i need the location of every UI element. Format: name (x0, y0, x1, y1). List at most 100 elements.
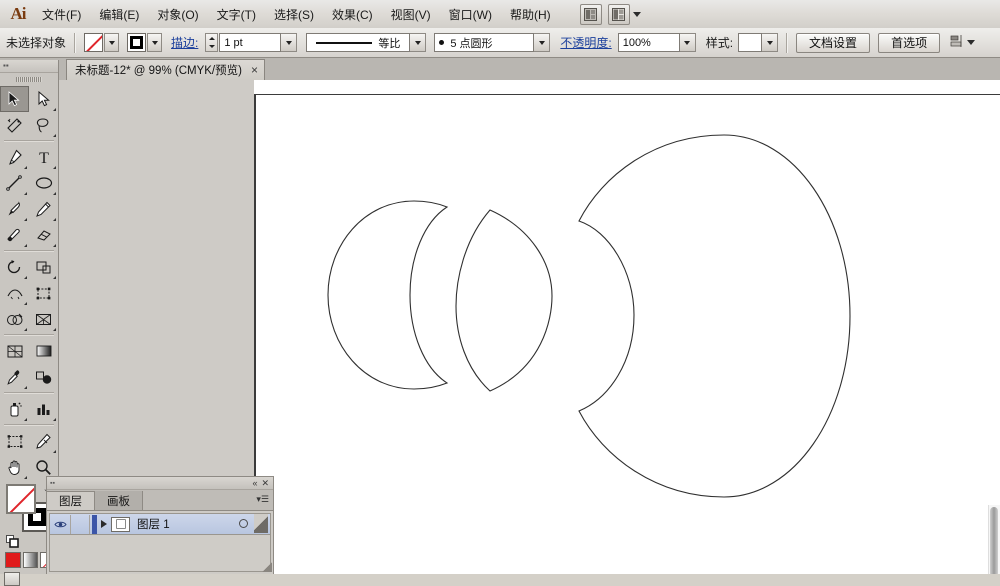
brush-definition-value[interactable]: 5 点圆形 (434, 33, 535, 52)
panel-resize-handle[interactable] (262, 562, 272, 572)
symbol-sprayer-tool[interactable] (0, 396, 29, 422)
brush-definition-chevron-down-icon[interactable] (534, 33, 551, 52)
lasso-tool[interactable] (29, 112, 58, 138)
menu-window[interactable]: 窗口(W) (441, 3, 500, 26)
scale-tool[interactable] (29, 254, 58, 280)
color-mode-button[interactable] (5, 552, 21, 568)
fill-swatch-none-icon[interactable] (84, 33, 104, 52)
line-segment-tool[interactable] (0, 170, 29, 196)
menu-file[interactable]: 文件(F) (34, 3, 89, 26)
panel-grip-icon: ▪▪ (50, 479, 55, 487)
graphic-style-chevron-down-icon[interactable] (762, 33, 779, 52)
opacity-chevron-down-icon[interactable] (679, 33, 696, 52)
hand-tool[interactable] (0, 454, 29, 480)
align-chevron-down-icon[interactable] (967, 40, 976, 45)
app-logo: Ai (10, 4, 27, 23)
menu-help[interactable]: 帮助(H) (502, 3, 559, 26)
stroke-weight-stepper[interactable] (205, 33, 219, 52)
ellipse-tool[interactable] (29, 170, 58, 196)
fill-color-swatch-none[interactable] (6, 484, 36, 514)
pencil-tool[interactable] (29, 196, 58, 222)
fill-dropdown-chevron-down-icon[interactable] (104, 33, 120, 52)
bitten-circle-shape[interactable] (578, 134, 851, 498)
toolbox-drag-handle[interactable] (0, 73, 58, 86)
document-tab[interactable]: 未标题-12* @ 99% (CMYK/预览) × (66, 59, 265, 80)
brush-definition-combo[interactable]: 5 点圆形 (434, 33, 551, 52)
column-graph-tool[interactable] (29, 396, 58, 422)
arrange-documents-icon[interactable] (607, 3, 630, 25)
slice-tool[interactable] (29, 428, 58, 454)
selection-tool[interactable] (0, 86, 29, 112)
stroke-weight-value[interactable]: 1 pt (219, 33, 282, 52)
gradient-mode-button[interactable] (22, 552, 39, 568)
layer-name[interactable]: 图层 1 (137, 516, 170, 532)
gradient-tool[interactable] (29, 338, 58, 364)
layer-target-circle-icon[interactable] (239, 519, 248, 528)
graphic-style-value[interactable] (738, 33, 763, 52)
stroke-dropdown-chevron-down-icon[interactable] (147, 33, 163, 52)
eyedropper-tool[interactable] (0, 364, 29, 390)
lens-leaf-shape[interactable] (455, 209, 553, 392)
stroke-weight-combo[interactable]: 1 pt (219, 33, 298, 52)
normal-screen-mode-button[interactable] (4, 572, 20, 586)
stroke-weight-chevron-down-icon[interactable] (281, 33, 298, 52)
opacity-combo[interactable]: 100% (617, 33, 696, 52)
close-panel-icon[interactable]: ✕ (261, 478, 269, 488)
brush-preview-icon (439, 40, 445, 45)
stroke-profile-combo[interactable]: 等比 (306, 33, 427, 52)
fill-swatch-control[interactable] (84, 33, 120, 52)
document-setup-button[interactable]: 文档设置 (796, 32, 871, 53)
default-fill-stroke-icon[interactable] (6, 535, 19, 548)
perspective-grid-tool[interactable] (29, 306, 58, 332)
blend-tool[interactable] (29, 364, 58, 390)
menu-effect[interactable]: 效果(C) (324, 3, 381, 26)
layers-panel-titlebar[interactable]: ▪▪ « ✕ (47, 477, 273, 490)
stroke-profile-value[interactable]: 等比 (306, 33, 411, 52)
mesh-tool[interactable] (0, 338, 29, 364)
vertical-scrollbar-thumb[interactable] (990, 507, 998, 574)
canvas-area[interactable] (254, 80, 1000, 574)
stroke-swatch-control[interactable] (127, 33, 163, 52)
panel-menu-icon[interactable]: ▾☰ (256, 494, 269, 505)
paintbrush-tool[interactable] (0, 196, 29, 222)
tab-artboards[interactable]: 画板 (95, 491, 143, 510)
direct-selection-tool[interactable] (29, 86, 58, 112)
artboard-tool[interactable] (0, 428, 29, 454)
table-row[interactable]: 图层 1 (50, 514, 270, 535)
bridge-icon[interactable] (579, 3, 602, 25)
free-transform-tool[interactable] (29, 280, 58, 306)
crescent-moon-shape[interactable] (327, 200, 449, 390)
rotate-tool[interactable] (0, 254, 29, 280)
align-objects-icon[interactable] (950, 34, 964, 51)
blob-brush-tool[interactable] (0, 222, 29, 248)
layer-visibility-eye-icon[interactable] (50, 520, 70, 529)
stroke-panel-link[interactable]: 描边: (171, 34, 198, 51)
layer-lock-toggle[interactable] (70, 514, 90, 534)
opacity-value[interactable]: 100% (617, 33, 680, 52)
preferences-button[interactable]: 首选项 (878, 32, 941, 53)
type-tool[interactable]: T (29, 144, 58, 170)
stroke-swatch-black-icon[interactable] (127, 33, 147, 52)
stroke-profile-chevron-down-icon[interactable] (410, 33, 427, 52)
menu-view[interactable]: 视图(V) (383, 3, 439, 26)
eraser-tool[interactable] (29, 222, 58, 248)
close-icon[interactable]: × (251, 64, 258, 76)
toolbox-grip[interactable]: ▪▪ (0, 60, 58, 73)
width-tool[interactable] (0, 280, 29, 306)
menu-object[interactable]: 对象(O) (149, 3, 206, 26)
layer-disclosure-triangle-icon[interactable] (97, 520, 111, 528)
menu-select[interactable]: 选择(S) (266, 3, 322, 26)
menu-type[interactable]: 文字(T) (209, 3, 264, 26)
tab-layers[interactable]: 图层 (47, 491, 95, 510)
vertical-scrollbar[interactable] (988, 505, 1000, 574)
brush-definition-label: 5 点圆形 (450, 37, 493, 50)
selection-status-label: 未选择对象 (6, 36, 67, 50)
arrange-documents-chevron-down-icon[interactable] (632, 11, 641, 17)
collapse-panel-icon[interactable]: « (252, 478, 257, 488)
pen-tool[interactable] (0, 144, 29, 170)
menu-edit[interactable]: 编辑(E) (91, 3, 147, 26)
magic-wand-tool[interactable] (0, 112, 29, 138)
opacity-panel-link[interactable]: 不透明度: (560, 34, 611, 51)
graphic-style-combo[interactable] (738, 33, 779, 52)
shape-builder-tool[interactable] (0, 306, 29, 332)
